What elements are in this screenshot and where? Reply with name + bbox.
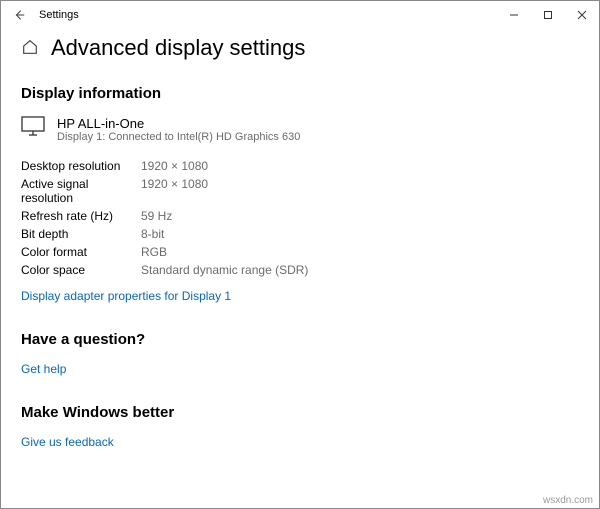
table-row: Color formatRGB (21, 243, 308, 261)
table-row: Color spaceStandard dynamic range (SDR) (21, 261, 308, 279)
prop-value: Standard dynamic range (SDR) (141, 261, 308, 279)
titlebar: Settings (1, 1, 599, 29)
table-row: Bit depth8-bit (21, 225, 308, 243)
minimize-icon (509, 10, 519, 20)
feedback-heading: Make Windows better (21, 404, 579, 421)
minimize-button[interactable] (497, 1, 531, 29)
maximize-button[interactable] (531, 1, 565, 29)
prop-key: Color space (21, 261, 141, 279)
give-feedback-link[interactable]: Give us feedback (21, 435, 114, 449)
prop-key: Bit depth (21, 225, 141, 243)
display-info-heading: Display information (21, 85, 579, 102)
prop-key: Color format (21, 243, 141, 261)
prop-key: Refresh rate (Hz) (21, 207, 141, 225)
window-title: Settings (35, 9, 79, 21)
monitor-icon (21, 116, 45, 139)
table-row: Active signal resolution1920 × 1080 (21, 175, 308, 207)
page-header: Advanced display settings (21, 35, 579, 61)
page-body: Advanced display settings Display inform… (1, 29, 599, 449)
adapter-properties-link[interactable]: Display adapter properties for Display 1 (21, 289, 231, 303)
question-heading: Have a question? (21, 331, 579, 348)
watermark: wsxdn.com (543, 495, 593, 506)
display-properties-table: Desktop resolution1920 × 1080 Active sig… (21, 157, 308, 279)
prop-value: 8-bit (141, 225, 308, 243)
close-button[interactable] (565, 1, 599, 29)
prop-value: 1920 × 1080 (141, 175, 308, 207)
maximize-icon (543, 10, 553, 20)
table-row: Refresh rate (Hz)59 Hz (21, 207, 308, 225)
display-connection: Display 1: Connected to Intel(R) HD Grap… (57, 131, 300, 143)
prop-value: 1920 × 1080 (141, 157, 308, 175)
table-row: Desktop resolution1920 × 1080 (21, 157, 308, 175)
window-controls (497, 1, 599, 29)
prop-value: RGB (141, 243, 308, 261)
prop-key: Active signal resolution (21, 175, 141, 207)
back-button[interactable] (3, 1, 35, 29)
get-help-link[interactable]: Get help (21, 362, 66, 376)
home-icon[interactable] (21, 38, 39, 59)
display-name: HP ALL-in-One (57, 116, 300, 131)
page-title: Advanced display settings (51, 35, 305, 61)
back-arrow-icon (12, 8, 26, 22)
prop-key: Desktop resolution (21, 157, 141, 175)
prop-value: 59 Hz (141, 207, 308, 225)
display-card: HP ALL-in-One Display 1: Connected to In… (21, 116, 579, 143)
close-icon (577, 10, 587, 20)
